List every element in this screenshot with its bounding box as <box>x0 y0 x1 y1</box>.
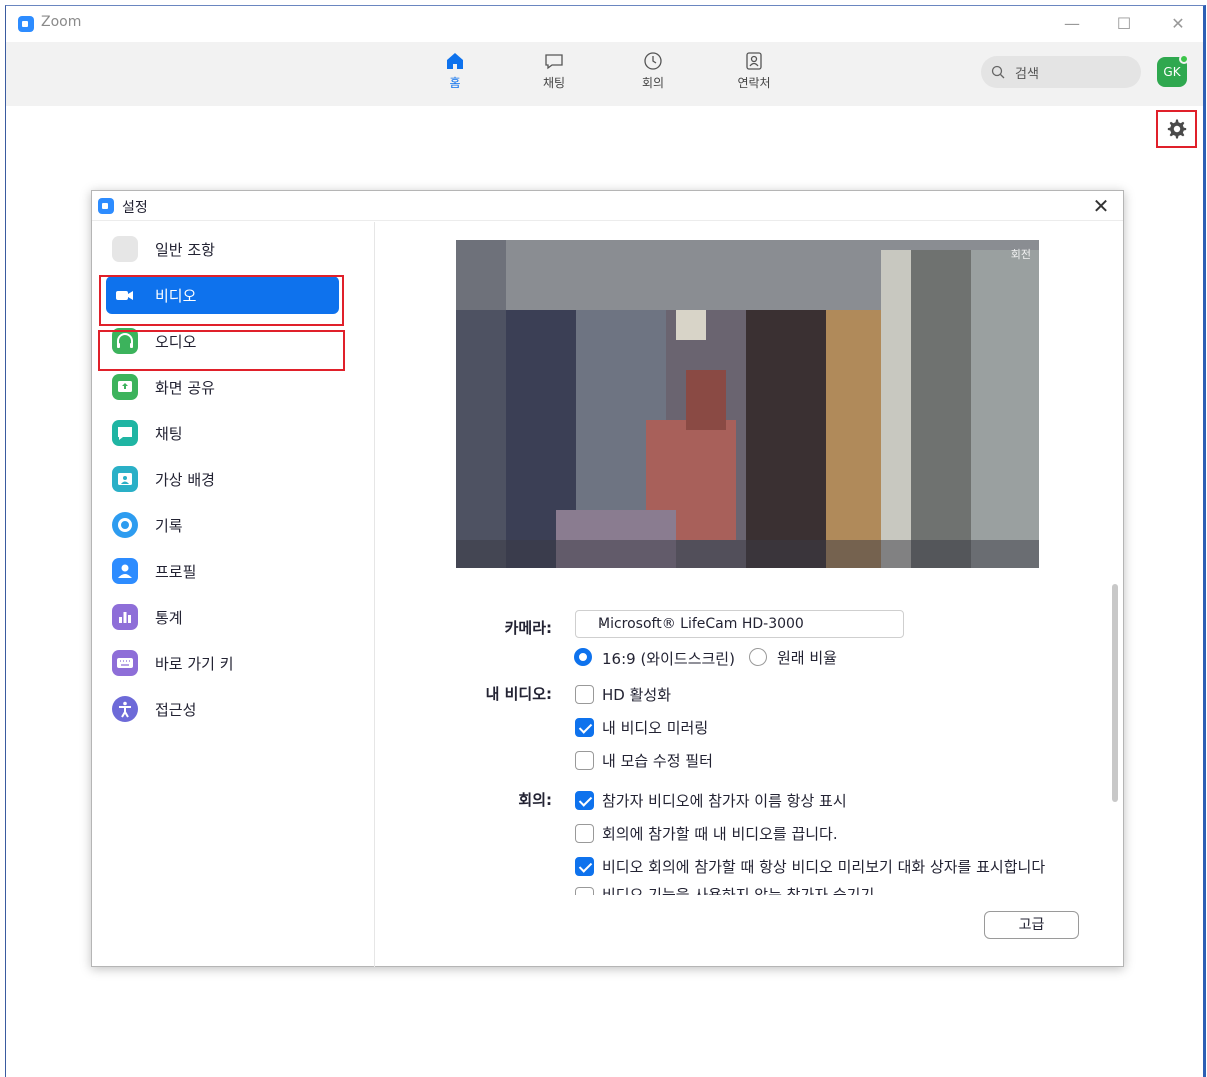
nav-tab-contacts[interactable]: 연락처 <box>719 50 789 91</box>
close-icon[interactable]: ✕ <box>1089 194 1113 218</box>
video-item-highlight <box>99 275 344 326</box>
nav-tab-chat-label: 채팅 <box>542 76 566 90</box>
sidebar-item-label: 기록 <box>155 517 183 535</box>
mirror-video-checkbox[interactable] <box>575 718 594 737</box>
touch-up-checkbox[interactable] <box>575 751 594 770</box>
audio-item-highlight <box>98 330 345 371</box>
zoom-logo-icon <box>18 16 34 32</box>
camera-preview-image <box>456 240 1039 568</box>
hide-non-video-checkbox[interactable] <box>575 887 594 895</box>
sidebar-item-accessibility[interactable]: 접근성 <box>106 690 339 728</box>
video-preview: 회전 <box>456 240 1039 568</box>
settings-title: 설정 <box>122 200 148 216</box>
gear-icon <box>112 236 138 262</box>
aspect-16-9-radio[interactable] <box>574 648 592 666</box>
sidebar-item-record[interactable]: 기록 <box>106 506 339 544</box>
nav-tab-home[interactable]: 홈 <box>420 50 490 91</box>
sidebar-item-label: 화면 공유 <box>155 379 215 397</box>
window-title: Zoom <box>41 14 82 30</box>
sidebar-item-label: 채팅 <box>155 425 183 443</box>
camera-label: 카메라: <box>504 619 552 637</box>
turn-off-video-label: 회의에 참가할 때 내 비디오를 끕니다. <box>602 825 838 843</box>
sidebar-item-label: 접근성 <box>155 701 197 719</box>
sidebar-item-label: 바로 가기 키 <box>155 655 234 673</box>
profile-icon <box>112 558 138 584</box>
nav-tab-meetings-label: 회의 <box>641 76 665 90</box>
my-video-label: 내 비디오: <box>485 685 552 703</box>
camera-select[interactable]: Microsoft® LifeCam HD-3000 ⌄ <box>575 610 904 638</box>
keyboard-icon <box>112 650 138 676</box>
settings-title-bar: 설정 ✕ <box>92 191 1123 221</box>
mirror-video-label: 내 비디오 미러링 <box>602 719 709 737</box>
sidebar-item-chat[interactable]: 채팅 <box>106 414 339 452</box>
sidebar-item-label: 통계 <box>155 609 183 627</box>
chevron-down-icon: ⌄ <box>598 615 609 629</box>
chat-bubble-icon <box>112 420 138 446</box>
virtual-background-icon <box>112 466 138 492</box>
hide-non-video-label: 비디오 기능을 사용하지 않는 참가자 숨기기 <box>602 886 875 895</box>
online-status-dot <box>1179 54 1189 64</box>
show-names-checkbox[interactable] <box>575 791 594 810</box>
chat-icon <box>545 54 563 70</box>
settings-dialog: 설정 ✕ 일반 조항 비디오 오디오 화면 공유 채팅 가상 배경 기록 프로필… <box>91 190 1124 967</box>
statistics-icon <box>112 604 138 630</box>
nav-tab-home-label: 홈 <box>449 76 461 90</box>
accessibility-icon <box>112 696 138 722</box>
hide-non-video-row: 비디오 기능을 사용하지 않는 참가자 숨기기 <box>573 883 1093 895</box>
advanced-button[interactable]: 고급 <box>984 911 1079 939</box>
show-names-label: 참가자 비디오에 참가자 이름 항상 표시 <box>602 792 847 810</box>
search-placeholder: 검색 <box>1015 67 1039 82</box>
aspect-original-radio[interactable] <box>749 648 767 666</box>
hd-label: HD 활성화 <box>602 686 671 704</box>
sidebar-item-keyboard-shortcuts[interactable]: 바로 가기 키 <box>106 644 339 682</box>
top-nav-bar: 홈 채팅 회의 연락처 검색 GK <box>6 42 1203 106</box>
settings-scrollbar[interactable] <box>1112 584 1118 802</box>
sidebar-item-label: 일반 조항 <box>155 241 215 259</box>
rotate-label[interactable]: 회전 <box>1011 246 1031 262</box>
nav-tab-meetings[interactable]: 회의 <box>618 50 688 91</box>
sidebar-item-screen-share[interactable]: 화면 공유 <box>106 368 339 406</box>
share-screen-icon <box>112 374 138 400</box>
sidebar-item-label: 프로필 <box>155 563 197 581</box>
aspect-16-9-label: 16:9 (와이드스크린) <box>602 650 735 668</box>
zoom-logo-icon <box>98 198 114 214</box>
sidebar-item-profile[interactable]: 프로필 <box>106 552 339 590</box>
video-preview-dialog-checkbox[interactable] <box>575 857 594 876</box>
sidebar-item-virtual-background[interactable]: 가상 배경 <box>106 460 339 498</box>
search-input[interactable]: 검색 <box>981 56 1141 88</box>
sidebar-item-label: 가상 배경 <box>155 471 215 489</box>
sidebar-item-statistics[interactable]: 통계 <box>106 598 339 636</box>
title-bar: Zoom — ☐ ✕ <box>6 6 1203 42</box>
meeting-label: 회의: <box>518 791 552 809</box>
nav-tab-contacts-label: 연락처 <box>737 76 771 90</box>
search-icon <box>991 65 1005 79</box>
minimize-button[interactable]: — <box>1060 12 1084 36</box>
touch-up-label: 내 모습 수정 필터 <box>602 752 713 770</box>
contacts-icon <box>746 52 762 70</box>
maximize-button[interactable]: ☐ <box>1112 12 1136 36</box>
settings-gear-icon[interactable] <box>1166 118 1188 140</box>
record-icon <box>112 512 138 538</box>
aspect-original-label: 원래 비율 <box>777 649 837 667</box>
close-window-button[interactable]: ✕ <box>1166 12 1190 36</box>
turn-off-video-checkbox[interactable] <box>575 824 594 843</box>
clock-icon <box>644 52 662 70</box>
sidebar-item-general[interactable]: 일반 조항 <box>106 230 339 268</box>
nav-tab-chat[interactable]: 채팅 <box>519 50 589 91</box>
video-preview-dialog-label: 비디오 회의에 참가할 때 항상 비디오 미리보기 대화 상자를 표시합니다 <box>602 858 1046 876</box>
hd-checkbox[interactable] <box>575 685 594 704</box>
home-icon <box>447 53 463 69</box>
